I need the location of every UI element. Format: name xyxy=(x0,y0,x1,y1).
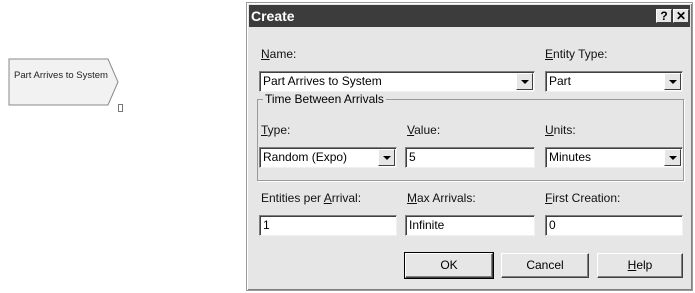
create-dialog: Create ? ✕ Name: Part Arrives to System … xyxy=(246,2,693,291)
create-module-shape[interactable]: Part Arrives to System xyxy=(8,58,123,112)
name-dropdown-button[interactable] xyxy=(516,73,533,90)
entities-per-arrival-input[interactable]: 1 xyxy=(259,215,397,236)
module-label: Part Arrives to System xyxy=(14,70,108,81)
type-dropdown-button[interactable] xyxy=(378,149,395,166)
entities-per-arrival-value: 1 xyxy=(263,218,270,232)
time-between-arrivals-title: Time Between Arrivals xyxy=(263,92,386,106)
module-exit-port[interactable] xyxy=(118,104,123,112)
units-combobox[interactable]: Minutes xyxy=(545,147,683,168)
first-creation-label: First Creation: xyxy=(545,191,621,205)
cancel-button[interactable]: Cancel xyxy=(501,253,589,278)
type-value: Random (Expo) xyxy=(263,150,348,164)
name-value: Part Arrives to System xyxy=(263,74,382,88)
close-button[interactable]: ✕ xyxy=(673,9,689,23)
units-dropdown-button[interactable] xyxy=(664,149,681,166)
entity-type-value: Part xyxy=(549,74,572,88)
units-value: Minutes xyxy=(549,150,592,164)
help-button[interactable]: Help xyxy=(597,253,683,278)
entity-type-dropdown-button[interactable] xyxy=(664,73,681,90)
entity-type-label: Entity Type: xyxy=(545,47,608,61)
value-value: 5 xyxy=(409,150,416,164)
value-label: Value: xyxy=(407,123,441,137)
dialog-titlebar[interactable]: Create ? ✕ xyxy=(249,5,690,27)
name-combobox[interactable]: Part Arrives to System xyxy=(259,71,535,92)
help-question-button[interactable]: ? xyxy=(656,9,672,23)
max-arrivals-input[interactable]: Infinite xyxy=(405,215,535,236)
module-outline xyxy=(8,58,119,106)
units-label: Units: xyxy=(545,123,576,137)
first-creation-input[interactable]: 0 xyxy=(545,215,683,236)
max-arrivals-label: Max Arrivals: xyxy=(407,191,476,205)
time-between-arrivals-group xyxy=(257,99,684,181)
name-label: Name: xyxy=(261,47,297,61)
type-label: Type: xyxy=(261,123,291,137)
ok-button[interactable]: OK xyxy=(404,252,494,279)
max-arrivals-value: Infinite xyxy=(409,218,445,232)
entity-type-combobox[interactable]: Part xyxy=(545,71,683,92)
first-creation-value: 0 xyxy=(549,218,556,232)
value-input[interactable]: 5 xyxy=(405,147,535,168)
type-combobox[interactable]: Random (Expo) xyxy=(259,147,397,168)
dialog-title: Create xyxy=(251,8,295,24)
entities-per-arrival-label: Entities per Arrival: xyxy=(261,191,362,205)
